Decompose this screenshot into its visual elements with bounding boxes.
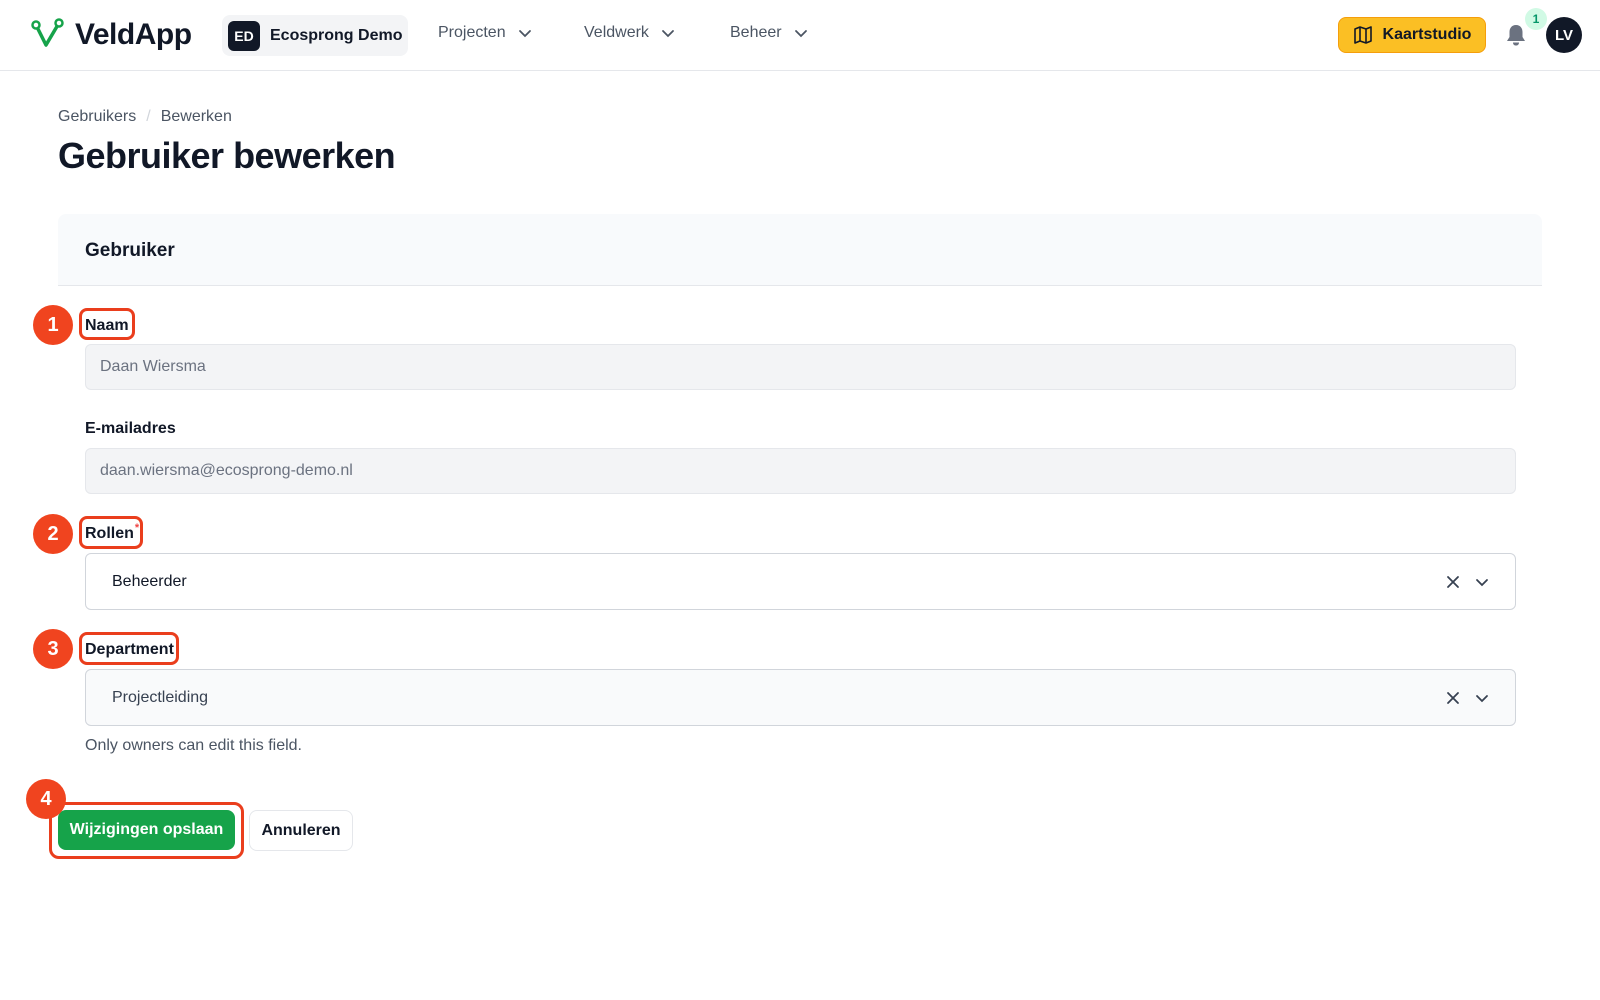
workspace-switcher[interactable]: ED Ecosprong Demo xyxy=(222,15,408,56)
nav-projecten-label: Projecten xyxy=(438,24,506,41)
annotation-highlight-naam xyxy=(79,308,135,340)
annotation-highlight-department xyxy=(79,632,179,665)
notification-count-badge: 1 xyxy=(1525,8,1547,30)
nav-beheer-label: Beheer xyxy=(730,24,782,41)
roles-selected-value: Beheerder xyxy=(112,572,187,590)
section-title: Gebruiker xyxy=(85,240,175,261)
nav-beheer[interactable]: Beheer xyxy=(730,24,808,42)
annotation-marker-4: 4 xyxy=(26,779,66,819)
chevron-down-icon[interactable] xyxy=(1475,691,1489,705)
workspace-initials-badge: ED xyxy=(228,20,260,51)
annotation-highlight-rollen xyxy=(79,516,143,549)
department-select[interactable]: Projectleiding xyxy=(85,669,1516,726)
chevron-down-icon[interactable] xyxy=(1475,575,1489,589)
chevron-down-icon xyxy=(662,30,674,38)
breadcrumb-separator: / xyxy=(146,108,151,125)
roles-select[interactable]: Beheerder xyxy=(85,553,1516,610)
top-navigation-bar: VeldApp ED Ecosprong Demo Projecten Veld… xyxy=(0,0,1600,71)
department-selected-value: Projectleiding xyxy=(112,688,209,706)
nav-veldwerk-label: Veldwerk xyxy=(584,24,649,41)
map-icon xyxy=(1353,26,1372,44)
app-logo[interactable]: VeldApp xyxy=(31,18,192,52)
email-input[interactable]: daan.wiersma@ecosprong-demo.nl xyxy=(85,448,1516,494)
nav-veldwerk[interactable]: Veldwerk xyxy=(584,24,675,42)
workspace-name: Ecosprong Demo xyxy=(270,26,403,44)
bell-icon[interactable] xyxy=(1503,22,1529,48)
page-title: Gebruiker bewerken xyxy=(58,135,396,176)
nav-projecten[interactable]: Projecten xyxy=(438,24,532,42)
breadcrumb-item-gebruikers[interactable]: Gebruikers xyxy=(58,108,136,126)
annotation-highlight-save xyxy=(49,802,244,859)
name-input[interactable]: Daan Wiersma xyxy=(85,344,1516,390)
annotation-marker-2: 2 xyxy=(33,514,73,554)
kaartstudio-button-label: Kaartstudio xyxy=(1382,26,1472,43)
kaartstudio-button[interactable]: Kaartstudio xyxy=(1338,17,1486,53)
clear-icon[interactable] xyxy=(1445,574,1461,590)
breadcrumb: Gebruikers / Bewerken xyxy=(58,108,232,126)
clear-icon[interactable] xyxy=(1445,690,1461,706)
annotation-marker-3: 3 xyxy=(33,629,73,669)
veldapp-logo-icon xyxy=(31,18,64,47)
section-header: Gebruiker xyxy=(58,214,1542,286)
breadcrumb-item-bewerken: Bewerken xyxy=(160,108,232,125)
department-helper-text: Only owners can edit this field. xyxy=(85,737,302,754)
app-name: VeldApp xyxy=(75,18,192,51)
chevron-down-icon xyxy=(794,30,807,38)
cancel-button[interactable]: Annuleren xyxy=(249,810,353,851)
user-avatar[interactable]: LV xyxy=(1546,17,1582,53)
chevron-down-icon xyxy=(518,30,531,38)
annotation-marker-1: 1 xyxy=(33,305,73,345)
email-label: E-mailadres xyxy=(85,420,176,437)
